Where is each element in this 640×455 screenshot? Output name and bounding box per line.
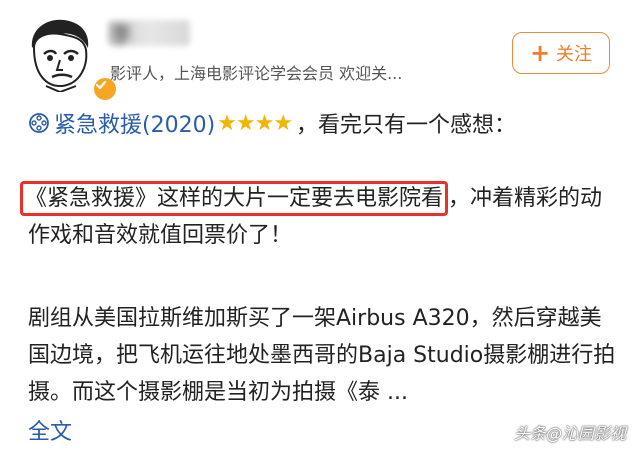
post-header: 李 影评人，上海电影评论学会会员 欢迎关... + 关注 (0, 0, 640, 102)
movie-title-link[interactable]: 紧急救援(2020) (54, 107, 215, 139)
follow-button[interactable]: + 关注 (512, 32, 610, 74)
user-bio: 影评人，上海电影评论学会会员 欢迎关... (110, 64, 403, 83)
plus-icon: + (529, 39, 551, 67)
username[interactable]: 李 (110, 18, 190, 49)
watermark: 头条@沁园影视 (513, 424, 626, 443)
follow-label: 关注 (556, 44, 593, 65)
avatar-face-icon (31, 19, 89, 92)
avatar[interactable] (20, 14, 118, 102)
post-paragraph-2: 剧组从美国拉斯维加斯买了一架Airbus A320，然后穿越美国边境，把飞机运往… (28, 306, 616, 405)
rating-stars: ★★★★ (217, 110, 293, 136)
expand-full-text-link[interactable]: 全文 (28, 414, 72, 446)
post-paragraph-1: 《紧急救援》这样的大片一定要去电影院看 ，冲着精彩的动作戏和音效就值回票价了！ (20, 180, 618, 254)
film-reel-icon (29, 113, 49, 133)
highlighted-sentence: 《紧急救援》这样的大片一定要去电影院看 (20, 181, 449, 216)
movie-comment: ，看完只有一个感想： (296, 113, 517, 138)
movie-rating-line: 紧急救援(2020) ★★★★ ，看完只有一个感想： (28, 106, 516, 140)
